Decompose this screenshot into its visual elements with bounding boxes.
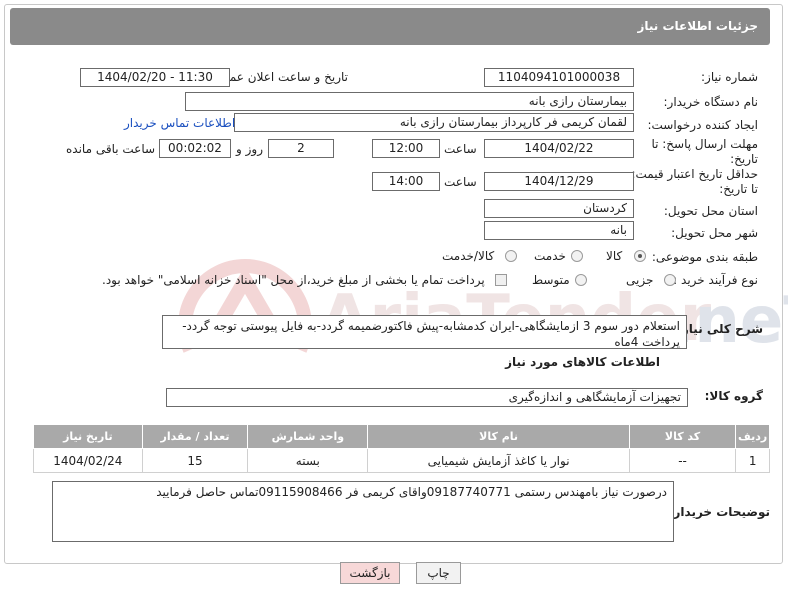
col-qty-header: تعداد / مقدار xyxy=(141,424,249,449)
goods-table: ردیف کد کالا نام کالا واحد شمارش تعداد /… xyxy=(33,424,770,473)
price-validity-label: حداقل تاریخ اعتبار قیمت: تا تاریخ: xyxy=(631,167,758,196)
goods-group-field: تجهیزات آزمایشگاهی و اندازه‌گیری xyxy=(166,388,688,407)
deadline-time-field: 12:00 xyxy=(372,139,440,158)
buyer-org-field: بیمارستان رازی بانه xyxy=(185,92,634,111)
deadline-label: مهلت ارسال پاسخ: تا تاریخ: xyxy=(651,137,758,166)
cell-row: 1 xyxy=(735,448,770,473)
category-label: طبقه بندی موضوعی: xyxy=(651,250,758,264)
goods-group-label: گروه کالا: xyxy=(704,389,763,403)
cell-qty: 15 xyxy=(141,448,249,473)
buyer-notes-field: درصورت نیاز بامهندس رستمی 09187740771واق… xyxy=(52,481,674,542)
category-goods-service-label: کالا/خدمت xyxy=(442,249,495,263)
cell-code: -- xyxy=(628,448,737,473)
price-validity-date-field: 1404/12/29 xyxy=(484,172,634,191)
col-row-header: ردیف xyxy=(735,424,770,449)
requester-label: ایجاد کننده درخواست: xyxy=(647,118,758,132)
process-medium-label: متوسط xyxy=(532,273,570,287)
goods-info-title: اطلاعات کالاهای مورد نیاز xyxy=(505,355,660,369)
col-name-header: نام کالا xyxy=(367,424,630,449)
col-date-header: تاریخ نیاز xyxy=(33,424,143,449)
category-goods-label: کالا xyxy=(606,249,623,263)
process-minor-label: جزیی xyxy=(626,273,654,287)
need-number-field: 1104094101000038 xyxy=(484,68,634,87)
province-field: کردستان xyxy=(484,199,634,218)
cell-name: نوار یا کاغذ آزمایش شیمیایی xyxy=(367,448,630,473)
deadline-date-field: 1404/02/22 xyxy=(484,139,634,158)
description-label: شرح کلی نیاز: xyxy=(677,322,763,336)
back-button[interactable]: بازگشت xyxy=(340,562,400,584)
cell-unit: بسته xyxy=(247,448,369,473)
city-field: بانه xyxy=(484,221,634,240)
process-type-label: نوع فرآیند خرید : xyxy=(673,273,758,287)
treasury-payment-note: پرداخت تمام یا بخشی از مبلغ خرید،از محل … xyxy=(102,273,485,287)
category-service-label: خدمت xyxy=(534,249,566,263)
price-validity-time-label: ساعت xyxy=(444,175,477,189)
requester-field: لقمان کریمی فر کارپرداز بیمارستان رازی ب… xyxy=(234,113,634,132)
col-code-header: کد کالا xyxy=(628,424,737,449)
buyer-org-label: نام دستگاه خریدار: xyxy=(663,95,759,109)
cell-date: 1404/02/24 xyxy=(33,448,143,473)
treasury-payment-checkbox[interactable] xyxy=(495,274,507,286)
buyer-notes-label: توضیحات خریدار: xyxy=(668,505,770,519)
panel-title: جزئیات اطلاعات نیاز xyxy=(10,8,770,45)
deadline-time-label: ساعت xyxy=(444,142,477,156)
city-label: شهر محل تحویل: xyxy=(671,226,758,240)
day-and-label: روز و xyxy=(236,142,263,156)
remaining-time-field: 00:02:02 xyxy=(159,139,231,158)
col-unit-header: واحد شمارش xyxy=(247,424,369,449)
category-goods-service-radio[interactable] xyxy=(505,250,517,262)
print-button[interactable]: چاپ xyxy=(416,562,461,584)
price-validity-time-field: 14:00 xyxy=(372,172,440,191)
announce-datetime-field: 1404/02/20 - 11:30 xyxy=(80,68,230,87)
remaining-time-label: ساعت باقی مانده xyxy=(66,142,156,156)
goods-table-header-row: ردیف کد کالا نام کالا واحد شمارش تعداد /… xyxy=(33,424,770,449)
need-number-label: شماره نیاز: xyxy=(701,70,758,84)
province-label: استان محل تحویل: xyxy=(663,204,758,218)
remaining-days-field: 2 xyxy=(268,139,334,158)
table-row: 1 -- نوار یا کاغذ آزمایش شیمیایی بسته 15… xyxy=(33,448,770,473)
description-field: استعلام دور سوم 3 ازمایشگاهی-ایران کدمشا… xyxy=(162,315,687,349)
buyer-contact-link[interactable]: اطلاعات تماس خریدار xyxy=(124,116,235,130)
process-medium-radio[interactable] xyxy=(575,274,587,286)
process-minor-radio[interactable] xyxy=(664,274,676,286)
category-goods-radio[interactable] xyxy=(634,250,646,262)
category-service-radio[interactable] xyxy=(571,250,583,262)
